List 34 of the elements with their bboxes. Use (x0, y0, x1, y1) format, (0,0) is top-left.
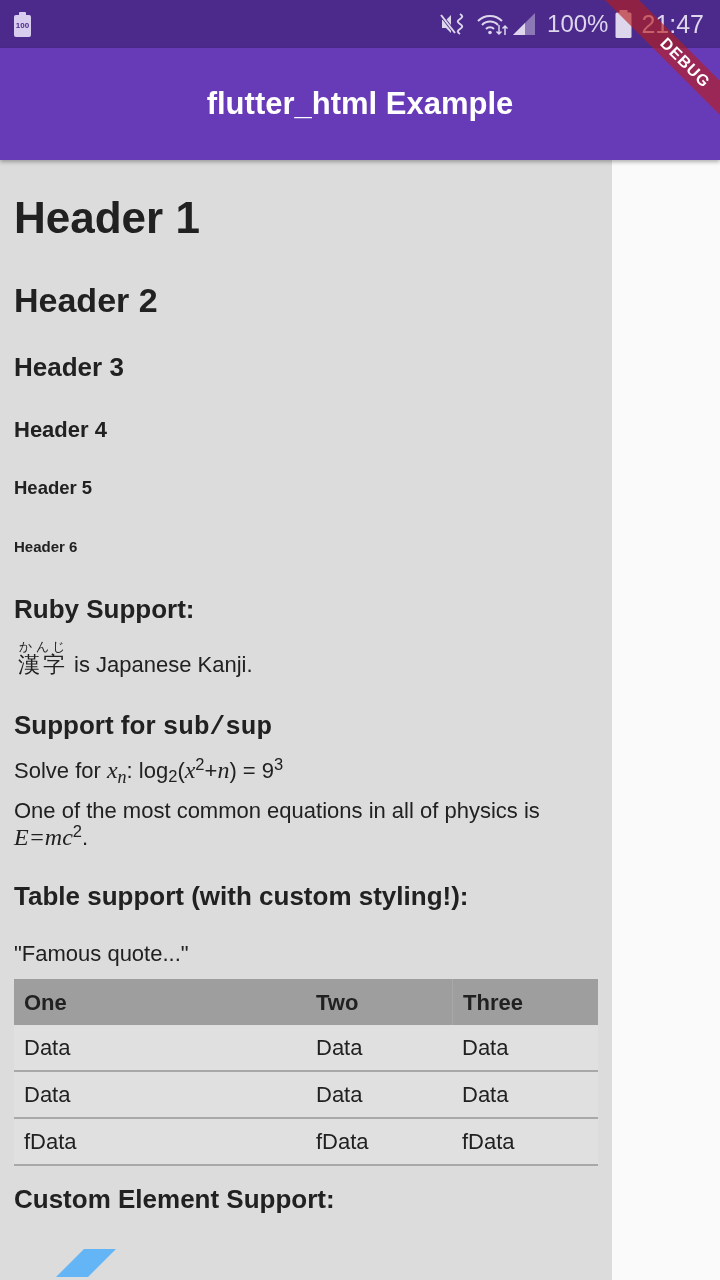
heading: Header 6 (14, 537, 79, 557)
heading: Table support (with custom styling!): (14, 880, 470, 912)
table-cell: fData (452, 1119, 598, 1164)
battery-icon (615, 10, 633, 38)
signal-icon (512, 12, 537, 36)
table-cell: Data (14, 1025, 306, 1070)
battery-percent: 100% (547, 12, 609, 36)
table-header-cell: Two (306, 979, 452, 1025)
paragraph: Solve for x$_{n}$: log$_{2}$(x$^{2}$+n) = 9$^{3}$ (14, 757, 285, 784)
paragraph: One of the most common equations in all of physics is E=mc$^{2}$. (14, 797, 541, 851)
heading: Support for sub/sup (14, 709, 273, 743)
parallelogram-icon (56, 1249, 116, 1277)
table-cell: Data (452, 1072, 598, 1117)
table-header-cell: One (14, 979, 306, 1025)
ruby-paragraph: 漢字 かんじ is Japanese Kanji. (17, 640, 254, 679)
table-header-cell: Three (452, 979, 598, 1025)
clock-time: 21:47 (641, 11, 704, 37)
table-cell: Data (452, 1025, 598, 1070)
app-title: flutter_html Example (206, 86, 514, 122)
battery-badge: 100 (14, 11, 31, 37)
heading: Header 1 (14, 192, 201, 244)
table-cell: Data (306, 1072, 452, 1117)
heading: Header 3 (14, 351, 125, 383)
heading: Custom Element Support: (14, 1183, 336, 1215)
heading: Header 4 (14, 416, 108, 444)
wifi-icon (476, 12, 509, 36)
quote-text: "Famous quote..." (14, 940, 190, 968)
table-cell: Data (306, 1025, 452, 1070)
table-cell: fData (14, 1119, 306, 1164)
heading: Header 5 (14, 476, 94, 500)
table-cell: Data (14, 1072, 306, 1117)
heading: Ruby Support: (14, 593, 196, 625)
table-cell: fData (306, 1119, 452, 1164)
heading: Header 2 (14, 280, 159, 320)
